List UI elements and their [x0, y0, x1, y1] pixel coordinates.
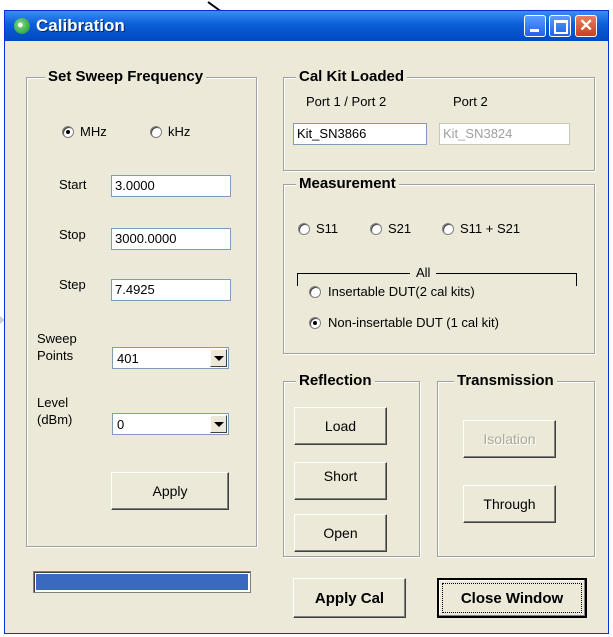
through-button-label: Through	[483, 496, 536, 512]
apply-cal-button-label: Apply Cal	[314, 590, 385, 607]
apply-cal-button[interactable]: Apply Cal	[293, 578, 406, 618]
open-button-label: Open	[323, 525, 358, 541]
short-button[interactable]: Short	[294, 462, 387, 500]
s11-s21-label: S11 + S21	[460, 221, 521, 236]
level-label-1: Level	[37, 395, 69, 410]
close-button[interactable]: ✕	[575, 15, 597, 37]
s21-label: S21	[388, 221, 412, 236]
stop-label: Stop	[59, 227, 86, 242]
non-insertable-dut-radio[interactable]	[309, 317, 321, 329]
short-button-label: Short	[323, 468, 358, 484]
sweep-points-select[interactable]: 401	[112, 347, 229, 369]
sweep-points-value: 401	[117, 351, 139, 366]
sweep-frequency-title: Set Sweep Frequency	[45, 68, 207, 85]
level-label-2: (dBm)	[37, 412, 73, 427]
progress-bar	[33, 571, 251, 593]
sweep-points-dropdown-button[interactable]	[210, 349, 227, 367]
chevron-down-icon	[214, 422, 224, 427]
transmission-title: Transmission	[454, 372, 557, 389]
minimize-icon	[530, 29, 539, 32]
app-icon: ●	[14, 18, 30, 34]
port1-label: Port 1 / Port 2	[306, 94, 387, 109]
apply-button-label: Apply	[152, 483, 188, 499]
close-window-button-label: Close Window	[460, 590, 564, 607]
s11-radio[interactable]	[298, 223, 310, 235]
open-button[interactable]: Open	[294, 514, 387, 552]
start-frequency-input[interactable]: 3.0000	[111, 175, 231, 197]
sweep-points-label-1: Sweep	[37, 331, 77, 346]
isolation-button-label: Isolation	[483, 431, 536, 447]
chevron-down-icon	[214, 356, 224, 361]
level-dropdown-button[interactable]	[210, 415, 227, 433]
calibration-window: ● Calibration ✕ Set Sweep Frequency MHz …	[4, 10, 609, 634]
stop-frequency-input[interactable]: 3000.0000	[111, 228, 231, 250]
start-label: Start	[59, 177, 87, 192]
port2-label: Port 2	[453, 94, 488, 109]
level-value: 0	[117, 417, 125, 432]
apply-button[interactable]: Apply	[111, 472, 229, 510]
step-frequency-input[interactable]: 7.4925	[111, 279, 231, 301]
all-label: All	[410, 265, 437, 280]
measurement-title: Measurement	[296, 175, 399, 192]
unit-mhz-radio[interactable]	[62, 126, 74, 138]
insertable-dut-label: Insertable DUT(2 cal kits)	[328, 284, 475, 299]
transmission-group: Transmission	[437, 372, 595, 557]
maximize-icon	[554, 20, 568, 34]
cal-kit-title: Cal Kit Loaded	[296, 68, 408, 85]
progress-bar-fill	[36, 574, 248, 590]
reflection-title: Reflection	[296, 372, 375, 389]
unit-khz-radio[interactable]	[150, 126, 162, 138]
minimize-button[interactable]	[524, 15, 546, 37]
unit-khz-label: kHz	[168, 124, 191, 139]
non-insertable-dut-label: Non-insertable DUT (1 cal kit)	[328, 315, 499, 330]
close-window-button[interactable]: Close Window	[437, 578, 587, 618]
unit-mhz-label: MHz	[80, 124, 107, 139]
port1-kit-input[interactable]: Kit_SN3866	[293, 123, 427, 145]
maximize-button[interactable]	[549, 15, 571, 37]
s11-label: S11	[316, 221, 339, 236]
window-title: Calibration	[36, 16, 125, 35]
load-button-label: Load	[324, 418, 357, 434]
s11-s21-radio[interactable]	[442, 223, 454, 235]
step-label: Step	[59, 277, 86, 292]
load-button[interactable]: Load	[294, 407, 387, 445]
port2-kit-input: Kit_SN3824	[439, 123, 570, 145]
insertable-dut-radio[interactable]	[309, 286, 321, 298]
through-button[interactable]: Through	[463, 485, 556, 523]
level-select[interactable]: 0	[112, 413, 229, 435]
sweep-points-label-2: Points	[37, 348, 74, 363]
isolation-button: Isolation	[463, 420, 556, 458]
s21-radio[interactable]	[370, 223, 382, 235]
title-bar[interactable]: ● Calibration ✕	[5, 11, 608, 41]
close-icon: ✕	[579, 16, 594, 35]
